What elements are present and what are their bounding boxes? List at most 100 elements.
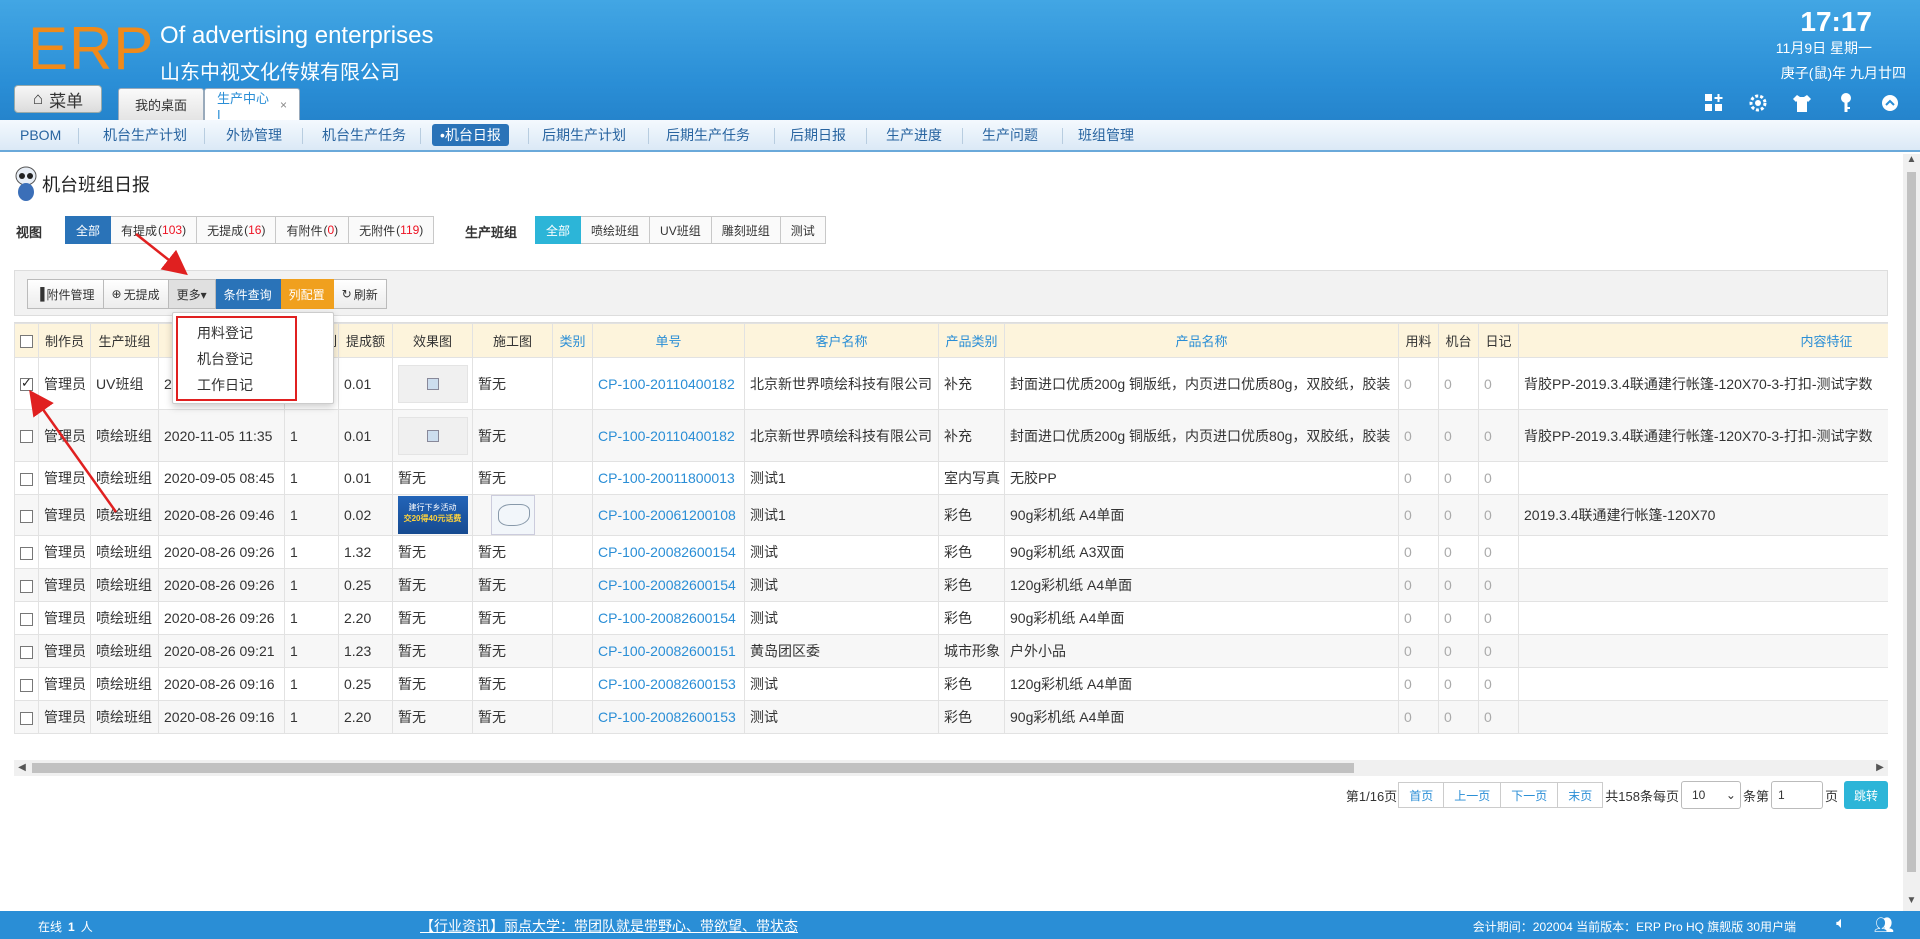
cell-order-number[interactable]: CP-100-20082600153 — [592, 667, 745, 701]
col-product-name[interactable]: 产品名称 — [1004, 323, 1399, 358]
prev-page-button[interactable]: 上一页 — [1443, 782, 1502, 808]
close-icon[interactable]: × — [280, 98, 287, 112]
group-filter-spray[interactable]: 喷绘班组 — [581, 216, 651, 244]
row-checkbox[interactable] — [20, 678, 33, 692]
jump-button[interactable]: 跳转 — [1843, 781, 1888, 809]
users-icon[interactable]: 👥︎ — [1874, 915, 1894, 935]
view-filter-no-commission[interactable]: 无提成16 — [197, 216, 277, 244]
nav-machine-plan[interactable]: 机台生产计划 — [95, 124, 195, 146]
speaker-icon[interactable]: 🔈︎ — [1836, 915, 1846, 935]
nav-progress[interactable]: 生产进度 — [878, 124, 950, 146]
scroll-down-icon[interactable]: ▼ — [1903, 895, 1920, 911]
view-filter-all[interactable]: 全部 — [65, 216, 112, 244]
col-customer-name[interactable]: 客户名称 — [744, 323, 939, 358]
col-construction-image[interactable]: 施工图 — [472, 323, 553, 358]
table-row[interactable]: 管理员 喷绘班组 2020-08-26 09:21 1 1.23 暂无 暂无 CP-100-2… — [14, 634, 1888, 668]
nav-post-plan[interactable]: 后期生产计划 — [534, 124, 634, 146]
group-filter-test[interactable]: 测试 — [780, 216, 826, 244]
scroll-left-icon[interactable]: ◀ — [14, 760, 30, 776]
table-row[interactable]: 管理员 喷绘班组 2020-09-05 08:45 1 0.01 暂无 暂无 CP-100-2… — [14, 461, 1888, 495]
last-page-button[interactable]: 末页 — [1557, 782, 1604, 808]
select-all-checkbox[interactable] — [20, 335, 33, 349]
more-dropdown-button[interactable]: 更多▾ — [168, 279, 216, 309]
no-commission-button[interactable]: ⊕ 无提成 — [103, 279, 169, 309]
row-checkbox[interactable] — [20, 546, 33, 560]
cell-order-number[interactable]: CP-100-20082600151 — [592, 634, 745, 668]
group-filter-uv[interactable]: UV班组 — [650, 216, 712, 244]
cell-order-number[interactable]: CP-100-20110400182 — [592, 357, 745, 410]
group-filter-all[interactable]: 全部 — [535, 216, 582, 244]
tab-my-desktop[interactable]: 我的桌面 — [118, 88, 204, 120]
cell-order-number[interactable]: CP-100-20082600154 — [592, 535, 745, 569]
col-order-number[interactable]: 单号 — [592, 323, 745, 358]
row-checkbox[interactable] — [20, 645, 33, 659]
attachment-manage-button[interactable]: ▐ 附件管理 — [27, 279, 104, 309]
refresh-button[interactable]: ↻ 刷新 — [333, 279, 387, 309]
cell-order-number[interactable]: CP-100-20011800013 — [592, 461, 745, 495]
horizontal-scroll-thumb[interactable] — [32, 763, 1354, 773]
effect-image-banner[interactable]: 建行下乡活动 交20得40元话费 — [397, 496, 468, 534]
grid-add-icon[interactable] — [1702, 92, 1726, 116]
cell-order-number[interactable]: CP-100-20061200108 — [592, 494, 745, 536]
col-content-feature[interactable]: 内容特征 — [1518, 323, 1888, 358]
table-row[interactable]: 管理员 喷绘班组 2020-08-26 09:26 1 0.25 暂无 暂无 CP-100-2… — [14, 568, 1888, 602]
row-checkbox[interactable] — [20, 579, 33, 593]
row-checkbox[interactable] — [20, 472, 33, 486]
condition-query-button[interactable]: 条件查询 — [215, 279, 281, 309]
goto-page-input[interactable]: 1 — [1770, 781, 1823, 809]
col-machine[interactable]: 机台 — [1438, 323, 1479, 358]
nav-outsourcing[interactable]: 外协管理 — [218, 124, 290, 146]
nav-post-task[interactable]: 后期生产任务 — [658, 124, 758, 146]
chevron-up-circle-icon[interactable] — [1878, 92, 1902, 116]
cell-order-number[interactable]: CP-100-20082600154 — [592, 568, 745, 602]
table-row[interactable]: 管理员 喷绘班组 2020-08-26 09:16 1 0.25 暂无 暂无 CP-100-2… — [14, 667, 1888, 701]
view-filter-with-commission[interactable]: 有提成103 — [111, 216, 198, 244]
col-maker[interactable]: 制作员 — [38, 323, 91, 358]
nav-post-daily[interactable]: 后期日报 — [782, 124, 854, 146]
per-page-select[interactable]: 10 ⌄ — [1680, 781, 1741, 809]
nav-machine-daily[interactable]: •机台日报 — [432, 124, 509, 146]
row-checkbox[interactable] — [20, 711, 33, 725]
key-icon[interactable] — [1834, 92, 1858, 116]
nav-machine-task[interactable]: 机台生产任务 — [314, 124, 414, 146]
view-filter-with-attachment[interactable]: 有附件0 — [276, 216, 350, 244]
col-product-category[interactable]: 产品类别 — [938, 323, 1005, 358]
cell-order-number[interactable]: CP-100-20110400182 — [592, 409, 745, 462]
table-row[interactable]: 管理员 喷绘班组 2020-08-26 09:16 1 2.20 暂无 暂无 CP-100-2… — [14, 700, 1888, 734]
cell-order-number[interactable]: CP-100-20082600153 — [592, 700, 745, 734]
menu-button[interactable]: ⌂ 菜单 — [14, 85, 102, 113]
nav-issues[interactable]: 生产问题 — [974, 124, 1046, 146]
news-ticker-link[interactable]: 【行业资讯】丽点大学：带团队就是带野心、带欲望、带状态 — [420, 916, 798, 936]
table-row[interactable]: 管理员 喷绘班组 2020-11-05 11:35 1 0.01 暂无 CP-100-201… — [14, 409, 1888, 462]
next-page-button[interactable]: 下一页 — [1500, 782, 1559, 808]
col-diary[interactable]: 日记 — [1478, 323, 1519, 358]
vertical-scroll-thumb[interactable] — [1907, 172, 1916, 872]
nav-pbom[interactable]: PBOM — [12, 124, 69, 146]
col-commission[interactable]: 提成额 — [338, 323, 393, 358]
image-thumbnail-icon[interactable] — [397, 364, 468, 403]
horizontal-scrollbar[interactable]: ◀ ▶ — [14, 760, 1888, 776]
table-row[interactable]: 管理员 喷绘班组 2020-08-26 09:26 1 2.20 暂无 暂无 CP-100-2… — [14, 601, 1888, 635]
row-checkbox[interactable] — [20, 375, 33, 392]
row-checkbox[interactable] — [20, 612, 33, 626]
cell-order-number[interactable]: CP-100-20082600154 — [592, 601, 745, 635]
col-group[interactable]: 生产班组 — [90, 323, 159, 358]
col-category[interactable]: 类别 — [552, 323, 593, 358]
tab-production-center[interactable]: 生产中心 I × — [204, 88, 300, 122]
first-page-button[interactable]: 首页 — [1398, 782, 1445, 808]
table-row[interactable]: 管理员 喷绘班组 2020-08-26 09:46 1 0.02 建行下乡活动 交20得40… — [14, 494, 1888, 536]
vertical-scrollbar[interactable]: ▲ ▼ — [1903, 154, 1920, 911]
row-checkbox[interactable] — [20, 509, 33, 523]
scroll-right-icon[interactable]: ▶ — [1872, 760, 1888, 776]
image-thumbnail-icon[interactable] — [397, 416, 468, 455]
nav-team-management[interactable]: 班组管理 — [1070, 124, 1142, 146]
col-material[interactable]: 用料 — [1398, 323, 1439, 358]
table-row[interactable]: 管理员 喷绘班组 2020-08-26 09:26 1 1.32 暂无 暂无 CP-100-2… — [14, 535, 1888, 569]
construction-image-thumbnail[interactable] — [490, 495, 535, 535]
col-effect-image[interactable]: 效果图 — [392, 323, 473, 358]
row-checkbox[interactable] — [20, 430, 33, 444]
column-config-button[interactable]: 列配置 — [280, 279, 334, 309]
group-filter-engrave[interactable]: 雕刻班组 — [711, 216, 781, 244]
view-filter-no-attachment[interactable]: 无附件119 — [349, 216, 435, 244]
shirt-icon[interactable] — [1790, 92, 1814, 116]
